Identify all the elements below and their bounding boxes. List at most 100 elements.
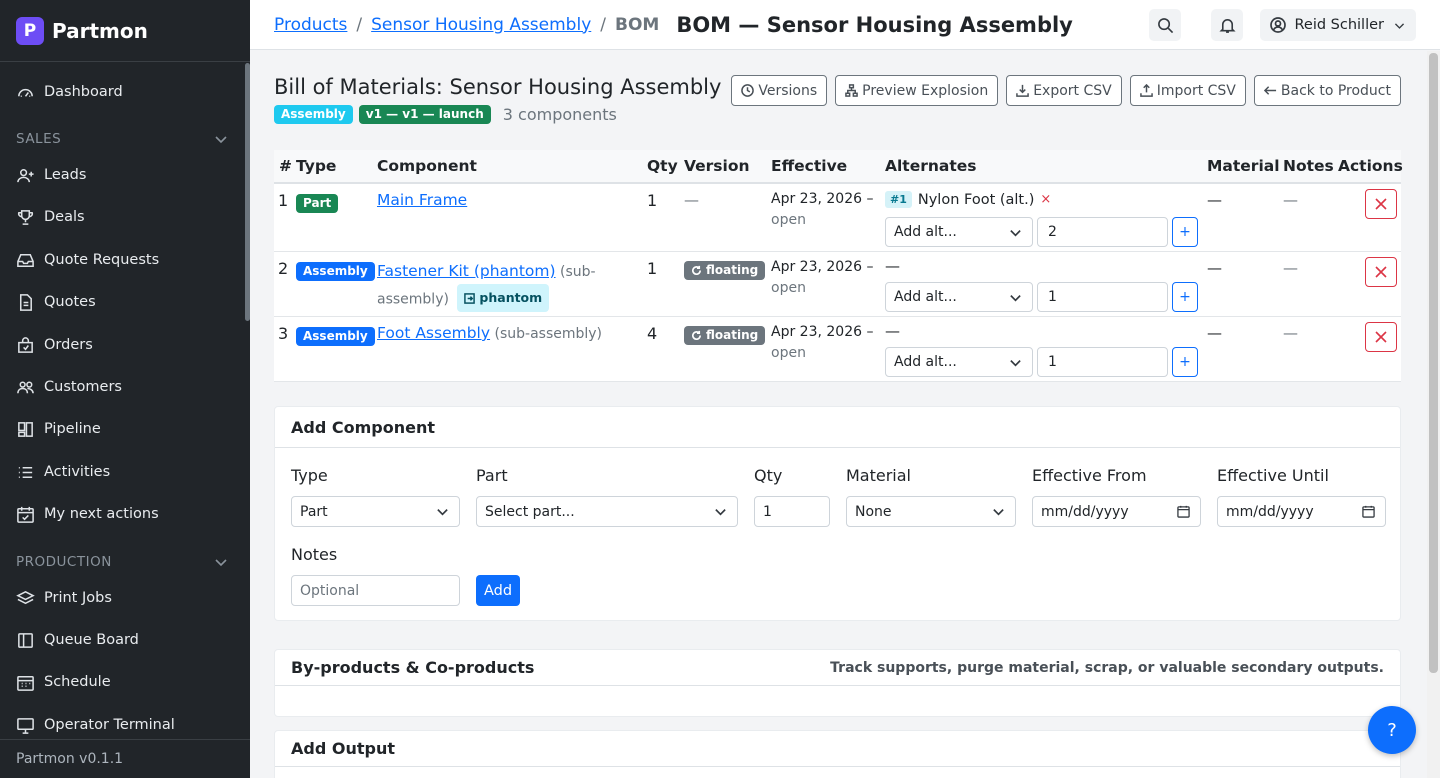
- add-alternate-select[interactable]: Add alt...: [885, 347, 1033, 377]
- material-select[interactable]: None: [846, 496, 1016, 527]
- part-select[interactable]: Select part...: [476, 496, 738, 527]
- sidebar-section-production[interactable]: PRODUCTION: [16, 554, 228, 570]
- alternate-qty-input[interactable]: 1: [1037, 347, 1168, 377]
- row-number: 2: [278, 259, 289, 278]
- effective-from-label: Effective From: [1032, 466, 1147, 485]
- scrollbar-thumb[interactable]: [1429, 53, 1438, 673]
- sidebar-section-sales[interactable]: SALES: [16, 131, 228, 147]
- sidebar-item-label: Orders: [44, 337, 93, 353]
- notes-value: —: [1283, 259, 1298, 277]
- component-link[interactable]: Main Frame: [377, 191, 467, 209]
- button-label: Back to Product: [1280, 82, 1391, 99]
- breadcrumb-products[interactable]: Products: [274, 15, 347, 35]
- calendar-icon: [1177, 505, 1190, 518]
- breadcrumb-separator: /: [356, 14, 363, 35]
- breadcrumb-separator: /: [600, 14, 606, 35]
- sidebar-item-quotes[interactable]: Quotes: [0, 284, 245, 320]
- sidebar-item-leads[interactable]: Leads: [0, 157, 245, 193]
- sidebar-nav: Dashboard SALES Leads Deals Quote Reques…: [0, 63, 250, 739]
- kanban-icon: [18, 421, 33, 437]
- add-alternate-button[interactable]: +: [1172, 217, 1198, 247]
- sidebar-item-label: Queue Board: [44, 632, 139, 648]
- sidebar-item-print-jobs[interactable]: Print Jobs: [0, 580, 245, 616]
- sidebar-item-label: Print Jobs: [44, 590, 112, 606]
- download-icon: [1016, 84, 1030, 97]
- button-label: Export CSV: [1033, 82, 1112, 99]
- type-label: Type: [291, 466, 328, 485]
- back-to-product-button[interactable]: Back to Product: [1253, 75, 1401, 106]
- bom-table: # Type Component Qty Version Effective A…: [274, 150, 1403, 382]
- sidebar-item-customers[interactable]: Customers: [0, 369, 245, 405]
- sidebar-item-label: Customers: [44, 379, 122, 395]
- add-alternate-select[interactable]: Add alt...: [885, 282, 1033, 312]
- add-alternate-button[interactable]: +: [1172, 282, 1198, 312]
- select-value: Part: [300, 503, 328, 520]
- remove-alternate-icon[interactable]: ×: [1040, 192, 1051, 207]
- effective-from-input[interactable]: mm/dd/yyyy: [1032, 496, 1201, 527]
- calendar-icon: [1362, 505, 1375, 518]
- sidebar-item-my-next-actions[interactable]: My next actions: [0, 496, 245, 532]
- notes-label: Notes: [291, 545, 338, 564]
- sidebar-item-operator-terminal[interactable]: Operator Terminal: [0, 707, 245, 739]
- brand-logo: P: [16, 16, 44, 45]
- select-value: Add alt...: [894, 354, 957, 370]
- chevron-down-icon: [1394, 22, 1405, 29]
- page-scrollbar[interactable]: [1427, 51, 1440, 778]
- delete-row-button[interactable]: [1365, 257, 1397, 287]
- component-link[interactable]: Fastener Kit (phantom): [377, 262, 556, 280]
- export-csv-button[interactable]: Export CSV: [1006, 75, 1122, 106]
- effective-until: open: [771, 345, 806, 361]
- qty-input[interactable]: 1: [754, 496, 830, 527]
- chevron-down-icon: [215, 136, 227, 144]
- add-alternate-select[interactable]: Add alt...: [885, 217, 1033, 247]
- chevron-down-icon: [215, 559, 227, 567]
- component-link[interactable]: Foot Assembly: [377, 324, 490, 342]
- sidebar-item-quote-requests[interactable]: Quote Requests: [0, 242, 245, 278]
- breadcrumb-current: BOM: [615, 14, 660, 35]
- help-button[interactable]: ?: [1368, 706, 1416, 754]
- sidebar-item-queue-board[interactable]: Queue Board: [0, 622, 245, 658]
- button-label: Versions: [758, 82, 818, 99]
- notes-input[interactable]: Optional: [291, 575, 460, 606]
- add-alternate-button[interactable]: +: [1172, 347, 1198, 377]
- breadcrumb-product[interactable]: Sensor Housing Assembly: [371, 15, 591, 35]
- user-menu[interactable]: Reid Schiller: [1260, 9, 1416, 41]
- delete-row-button[interactable]: [1365, 322, 1397, 352]
- notifications-button[interactable]: [1211, 9, 1244, 41]
- add-component-card: Add Component Type Part Qty Material Eff…: [274, 406, 1401, 621]
- versions-button[interactable]: Versions: [731, 75, 828, 106]
- sidebar-item-dashboard[interactable]: Dashboard: [0, 74, 245, 110]
- topbar-actions: Reid Schiller: [1119, 9, 1416, 41]
- clock-icon: [741, 84, 755, 97]
- button-label: Import CSV: [1156, 82, 1236, 99]
- effective-until-label: Effective Until: [1217, 466, 1329, 485]
- sidebar-item-activities[interactable]: Activities: [0, 454, 245, 490]
- sidebar: P Partmon Dashboard SALES Leads Deals Qu…: [0, 0, 250, 778]
- effective-until-input[interactable]: mm/dd/yyyy: [1217, 496, 1386, 527]
- delete-row-button[interactable]: [1365, 189, 1397, 219]
- alternate-qty-input[interactable]: 2: [1037, 217, 1168, 247]
- preview-explosion-button[interactable]: Preview Explosion: [835, 75, 999, 106]
- button-label: Preview Explosion: [862, 82, 989, 99]
- sidebar-item-deals[interactable]: Deals: [0, 199, 245, 235]
- column-header: Notes: [1283, 157, 1334, 175]
- bag-icon: [18, 336, 33, 353]
- effective-until: open: [771, 280, 806, 296]
- table-row: 3 Assembly Foot Assembly (sub-assembly) …: [274, 317, 1401, 382]
- column-header: Material: [1207, 157, 1280, 175]
- type-badge: Assembly: [274, 105, 353, 124]
- brand[interactable]: P Partmon: [0, 0, 250, 62]
- import-csv-button[interactable]: Import CSV: [1129, 75, 1246, 106]
- type-badge: Part: [296, 194, 339, 213]
- alternate-qty-input[interactable]: 1: [1037, 282, 1168, 312]
- sidebar-item-label: Deals: [44, 209, 85, 225]
- sidebar-item-orders[interactable]: Orders: [0, 327, 245, 363]
- type-select[interactable]: Part: [291, 496, 460, 527]
- search-button[interactable]: [1149, 9, 1182, 41]
- sidebar-item-schedule[interactable]: Schedule: [0, 664, 245, 700]
- sidebar-item-pipeline[interactable]: Pipeline: [0, 411, 245, 447]
- add-component-button[interactable]: Add: [476, 575, 520, 606]
- user-circle-icon: [1270, 17, 1287, 33]
- notes-value: —: [1283, 324, 1298, 342]
- chevron-down-icon: [1010, 294, 1021, 301]
